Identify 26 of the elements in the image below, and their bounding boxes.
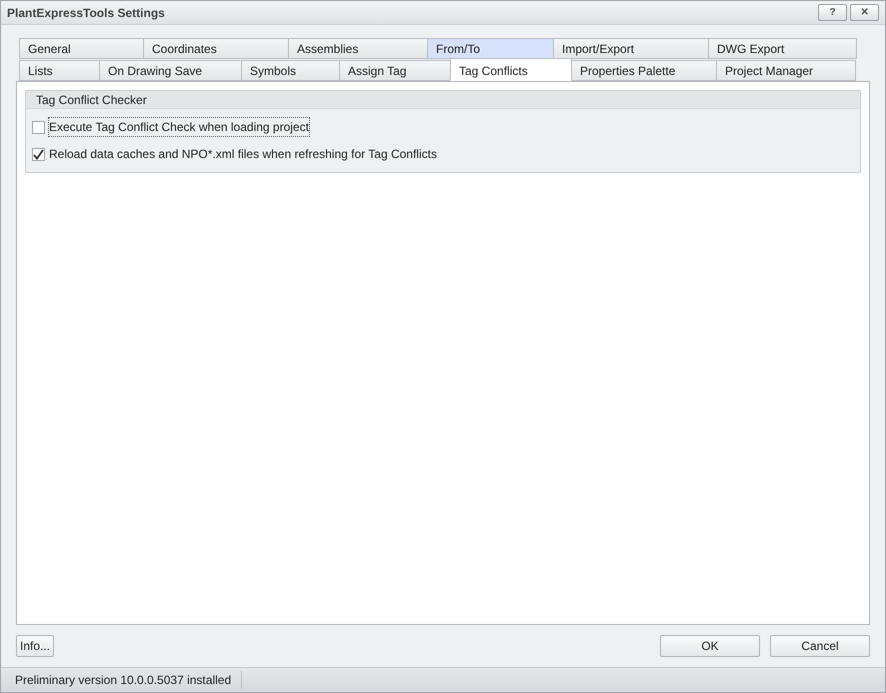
tab[interactable]: Assign Tag [339,60,451,82]
group-title: Tag Conflict Checker [36,92,147,109]
tab[interactable]: Symbols [241,60,340,82]
status-text: Preliminary version 10.0.0.5037 installed [15,671,242,690]
help-button[interactable]: ? [818,4,847,22]
tab[interactable]: Assemblies [288,38,428,60]
tab[interactable]: DWG Export [708,38,857,60]
window-title: PlantExpressTools Settings [7,4,165,22]
tab[interactable]: Coordinates [143,38,289,60]
info-button[interactable]: Info... [16,635,54,658]
checkbox[interactable] [32,120,45,134]
tab[interactable]: Import/Export [553,38,709,60]
cancel-button[interactable]: Cancel [770,635,870,658]
tab[interactable]: On Drawing Save [99,60,242,82]
tab[interactable]: Properties Palette [571,60,717,82]
ok-button[interactable]: OK [660,635,760,658]
tab[interactable]: Project Manager [716,60,856,82]
checkbox[interactable] [32,148,45,161]
checkmark-icon [33,148,44,160]
checkbox-label: Reload data caches and NPO*.xml files when refreshing for Tag Conflicts [48,146,438,164]
tab[interactable]: General [19,38,144,60]
tab[interactable]: From/To [427,38,554,60]
checkbox-label: Execute Tag Conflict Check when loading project [48,117,310,138]
close-button[interactable]: ✕ [850,4,879,22]
tab[interactable]: Lists [19,60,100,82]
tab[interactable]: Tag Conflicts [450,58,572,82]
